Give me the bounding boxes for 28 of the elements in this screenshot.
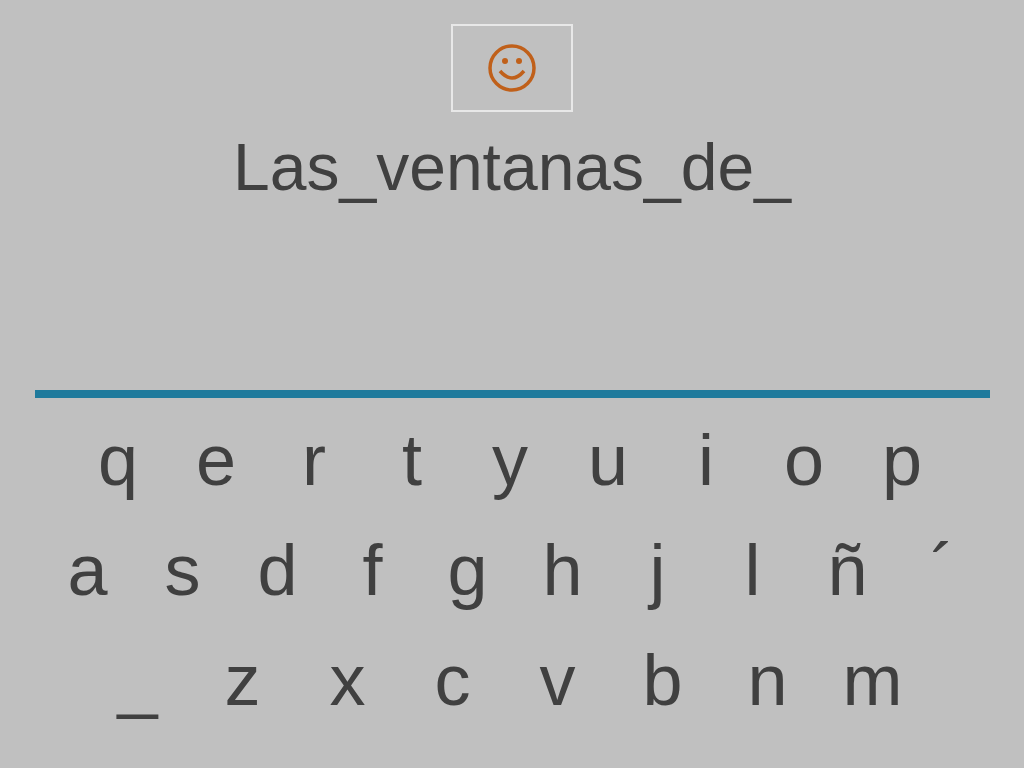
- letter-key[interactable]: l: [705, 530, 800, 610]
- letter-key[interactable]: z: [190, 640, 295, 720]
- letter-key[interactable]: x: [295, 640, 400, 720]
- letter-key[interactable]: b: [610, 640, 715, 720]
- letter-key[interactable]: e: [167, 420, 265, 500]
- letter-key[interactable]: f: [325, 530, 420, 610]
- letter-key[interactable]: _: [85, 640, 190, 720]
- letter-key[interactable]: u: [559, 420, 657, 500]
- letter-key[interactable]: a: [40, 530, 135, 610]
- letter-key[interactable]: ñ: [800, 530, 895, 610]
- letter-key[interactable]: i: [657, 420, 755, 500]
- letter-key[interactable]: o: [755, 420, 853, 500]
- smiley-icon: [487, 43, 537, 93]
- letter-key[interactable]: j: [610, 530, 705, 610]
- letter-key[interactable]: g: [420, 530, 515, 610]
- letter-key[interactable]: ´: [895, 530, 990, 610]
- letter-key[interactable]: h: [515, 530, 610, 610]
- letter-key[interactable]: q: [69, 420, 167, 500]
- letter-key[interactable]: d: [230, 530, 325, 610]
- letter-key[interactable]: t: [363, 420, 461, 500]
- letter-key[interactable]: p: [853, 420, 951, 500]
- letter-key[interactable]: m: [820, 640, 925, 720]
- letter-key[interactable]: r: [265, 420, 363, 500]
- letter-key[interactable]: v: [505, 640, 610, 720]
- letter-key[interactable]: n: [715, 640, 820, 720]
- letter-key[interactable]: c: [400, 640, 505, 720]
- letter-key[interactable]: y: [461, 420, 559, 500]
- letter-key[interactable]: s: [135, 530, 230, 610]
